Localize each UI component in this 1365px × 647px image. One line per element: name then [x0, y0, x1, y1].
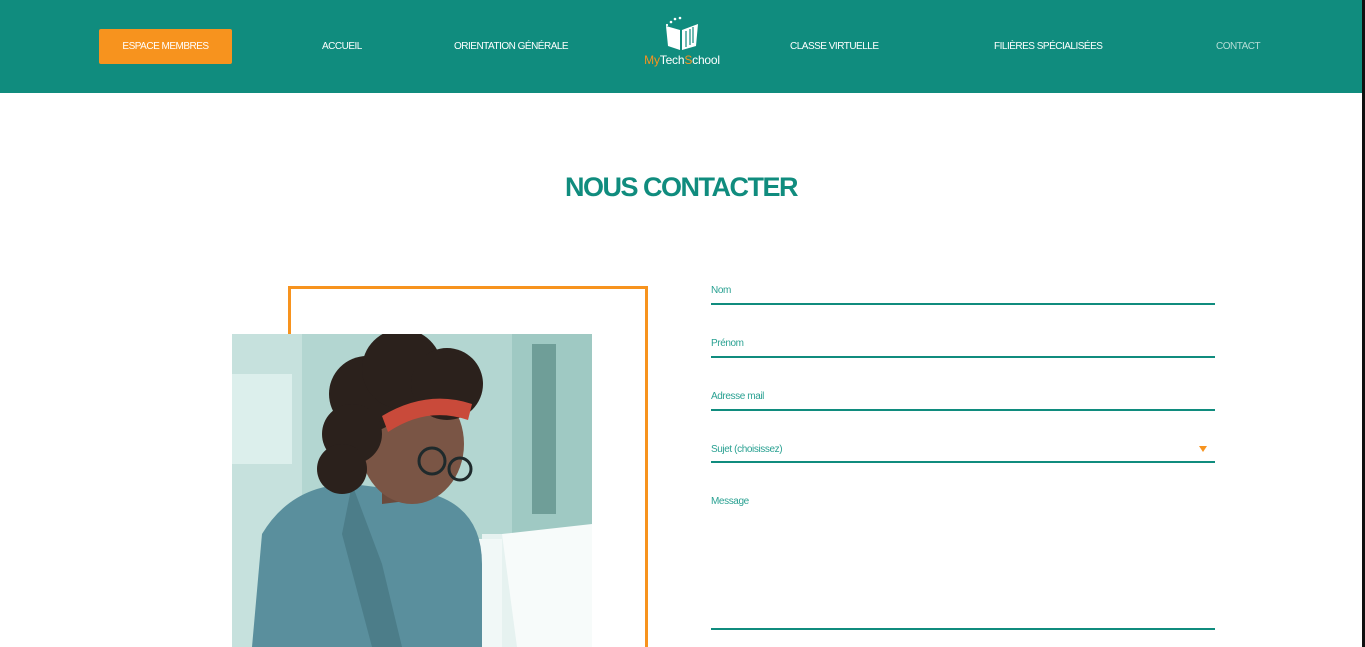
contact-photo	[232, 334, 592, 647]
name-field[interactable]: Nom	[711, 283, 1215, 305]
first-name-field[interactable]: Prénom	[711, 336, 1215, 358]
message-textarea-placeholder: Message	[711, 496, 749, 507]
nav-item-orientation[interactable]: ORIENTATION GÉNÉRALE	[454, 41, 569, 53]
nav-item-classe-virtuelle[interactable]: CLASSE VIRTUELLE	[790, 41, 879, 53]
student-with-laptop-icon	[232, 334, 592, 647]
message-textarea[interactable]: Message	[711, 494, 1215, 630]
top-navigation-bar: ESPACE MEMBRES ACCUEIL ORIENTATION GÉNÉR…	[0, 0, 1362, 93]
name-field-placeholder: Nom	[711, 285, 731, 296]
first-name-field-placeholder: Prénom	[711, 338, 744, 349]
nav-item-accueil[interactable]: ACCUEIL	[322, 41, 362, 53]
subject-select[interactable]: Sujet (choisissez)	[711, 442, 1215, 463]
nav-item-contact[interactable]: CONTACT	[1216, 41, 1261, 53]
book-logo-icon	[665, 16, 698, 51]
email-field[interactable]: Adresse mail	[711, 389, 1215, 411]
members-area-button[interactable]: ESPACE MEMBRES	[99, 29, 232, 64]
subject-select-placeholder: Sujet (choisissez)	[711, 444, 783, 455]
email-field-placeholder: Adresse mail	[711, 391, 764, 402]
logo-wordmark: MyTechSchool	[644, 53, 720, 67]
nav-item-filieres[interactable]: FILIÈRES SPÉCIALISÉES	[994, 41, 1103, 53]
page-title: NOUS CONTACTER	[565, 172, 799, 202]
dropdown-caret-icon	[1199, 446, 1207, 452]
site-logo[interactable]: MyTechSchool	[636, 16, 728, 72]
